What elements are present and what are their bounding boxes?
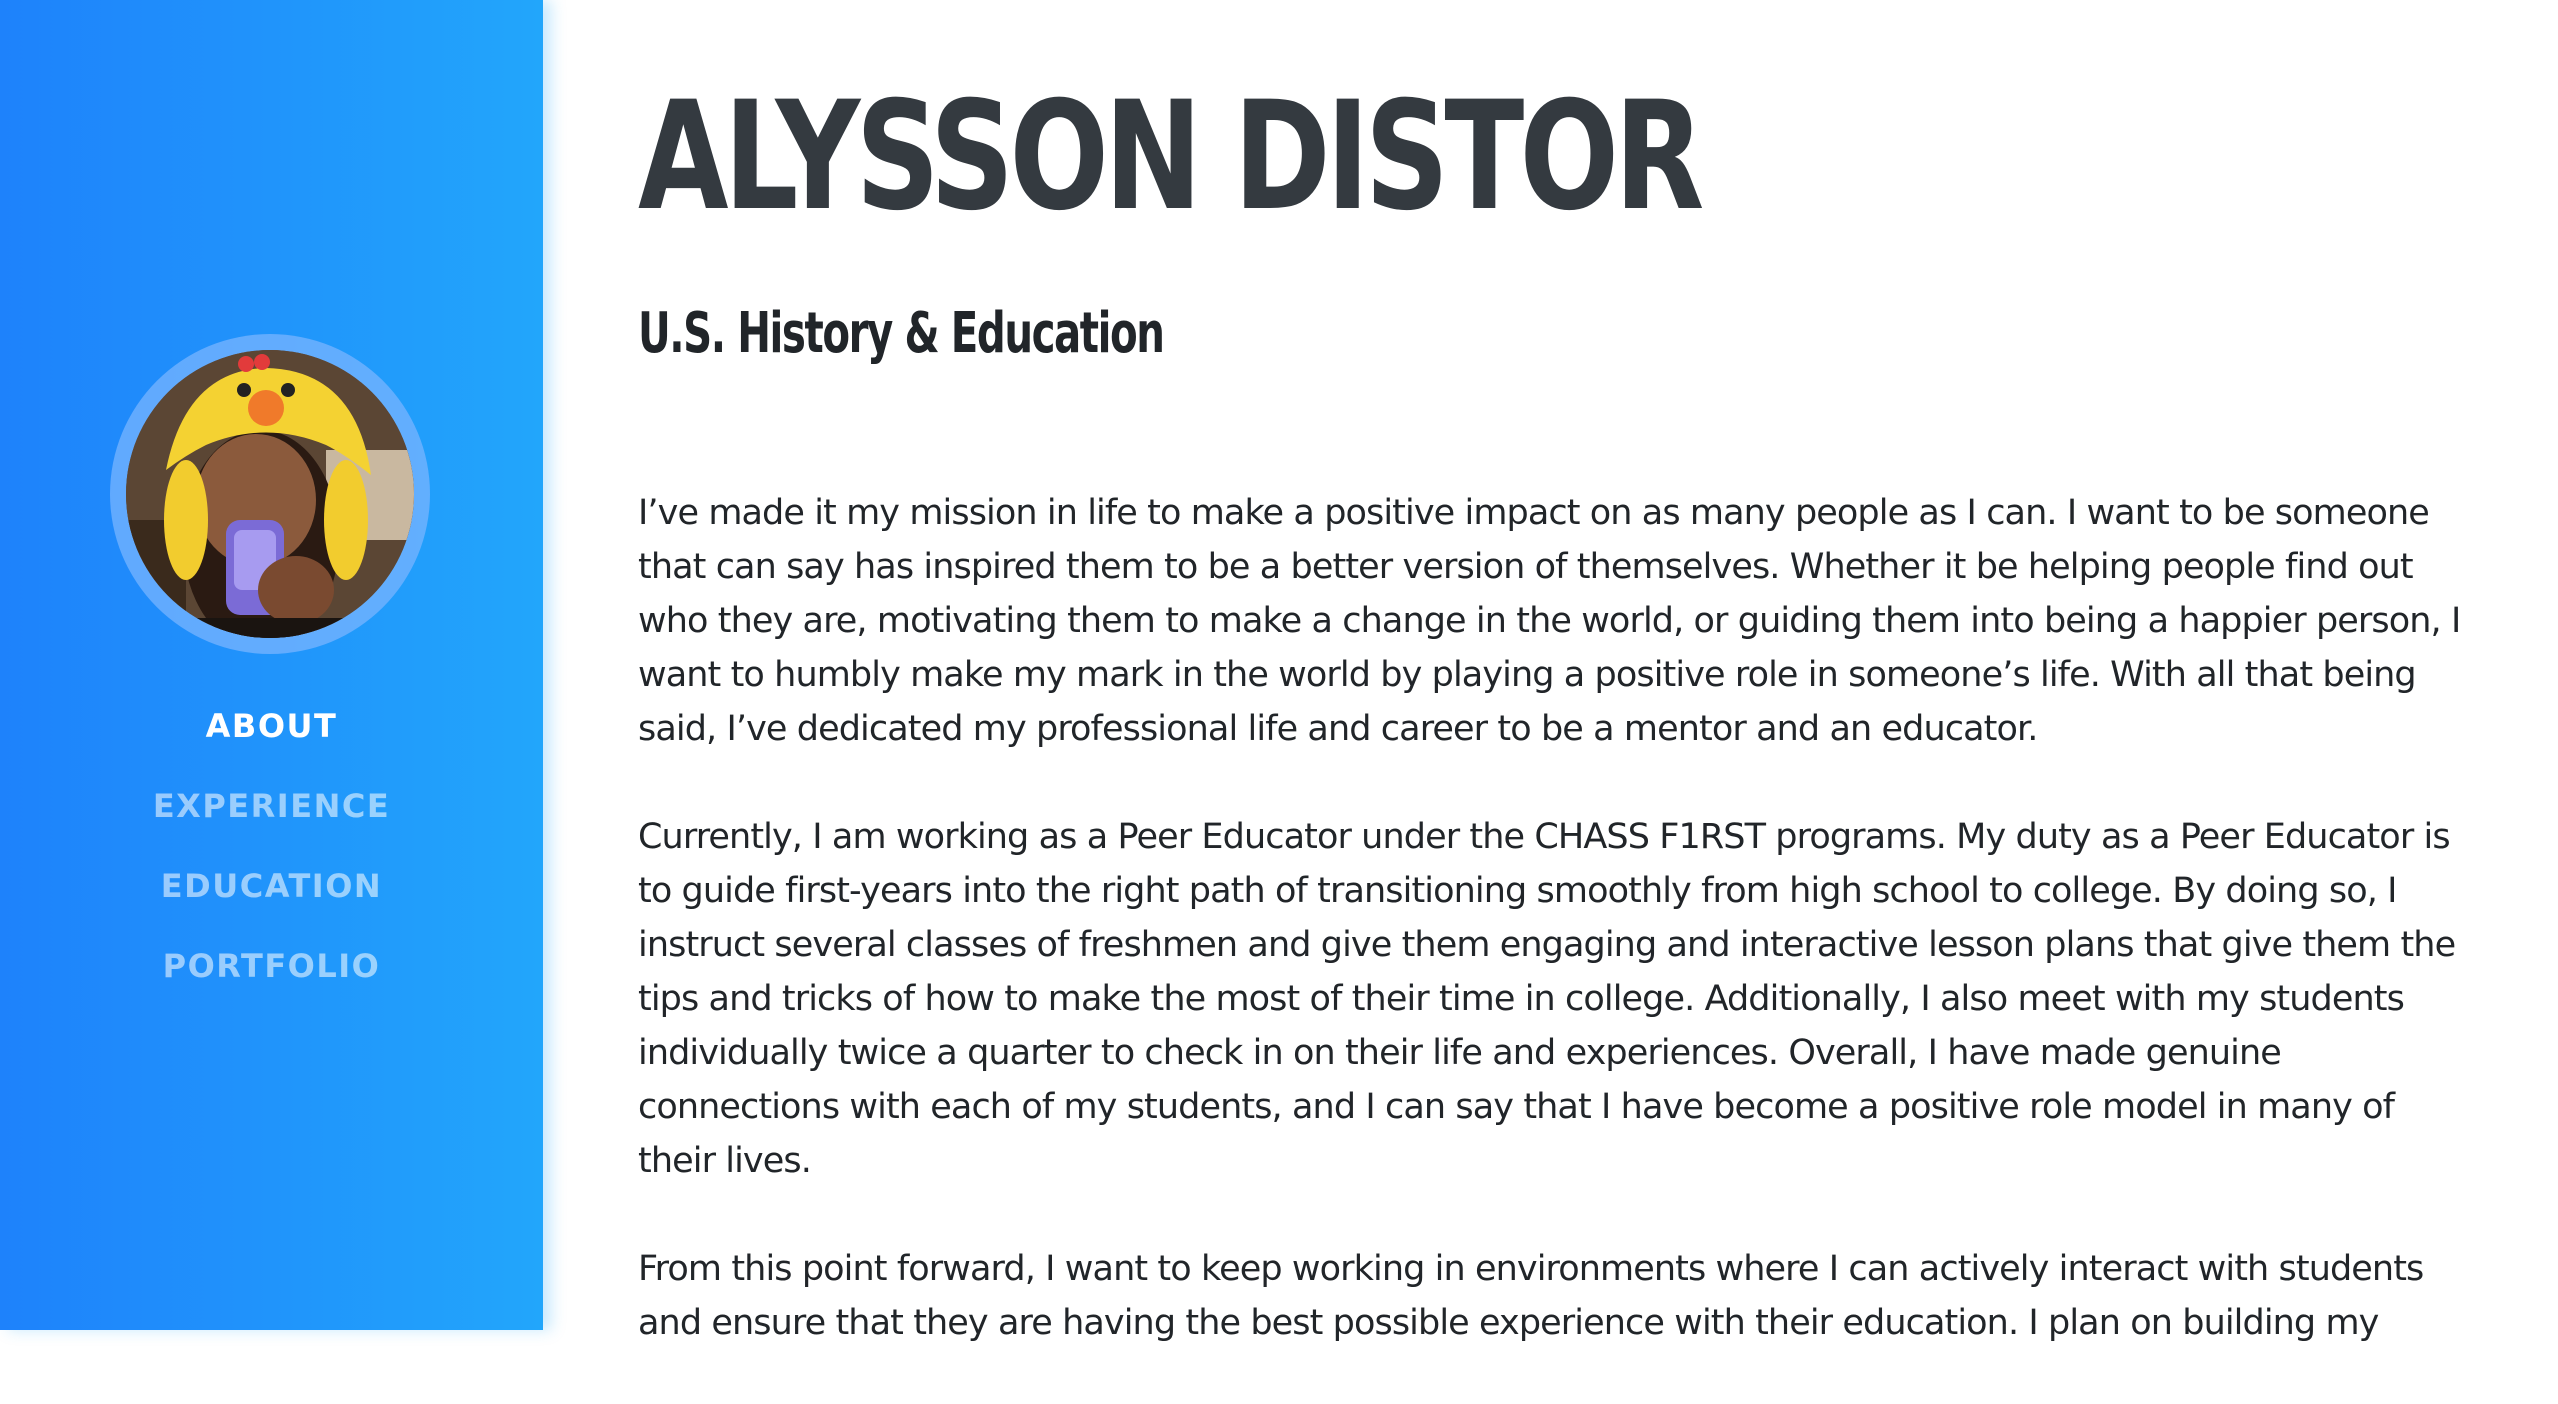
avatar-photo: [126, 350, 414, 638]
nav-item-about[interactable]: ABOUT: [0, 700, 543, 780]
avatar[interactable]: [110, 334, 430, 654]
page-title: ALYSSON DISTOR: [638, 70, 1704, 244]
about-section: I’ve made it my mission in life to make …: [638, 486, 2468, 1404]
nav-item-education[interactable]: EDUCATION: [0, 860, 543, 940]
sidebar: ABOUT EXPERIENCE EDUCATION PORTFOLIO: [0, 0, 543, 1330]
sidebar-nav: ABOUT EXPERIENCE EDUCATION PORTFOLIO: [0, 700, 543, 1020]
about-paragraph: From this point forward, I want to keep …: [638, 1249, 2424, 1343]
nav-item-experience[interactable]: EXPERIENCE: [0, 780, 543, 860]
main-content: ALYSSON DISTOR U.S. History & Education …: [638, 0, 2468, 1343]
about-paragraph: I’ve made it my mission in life to make …: [638, 493, 2461, 749]
page-subtitle: U.S. History & Education: [638, 301, 1165, 366]
about-paragraph: Currently, I am working as a Peer Educat…: [638, 817, 2456, 1181]
nav-item-portfolio[interactable]: PORTFOLIO: [0, 940, 543, 1020]
avatar-image: [126, 350, 414, 638]
